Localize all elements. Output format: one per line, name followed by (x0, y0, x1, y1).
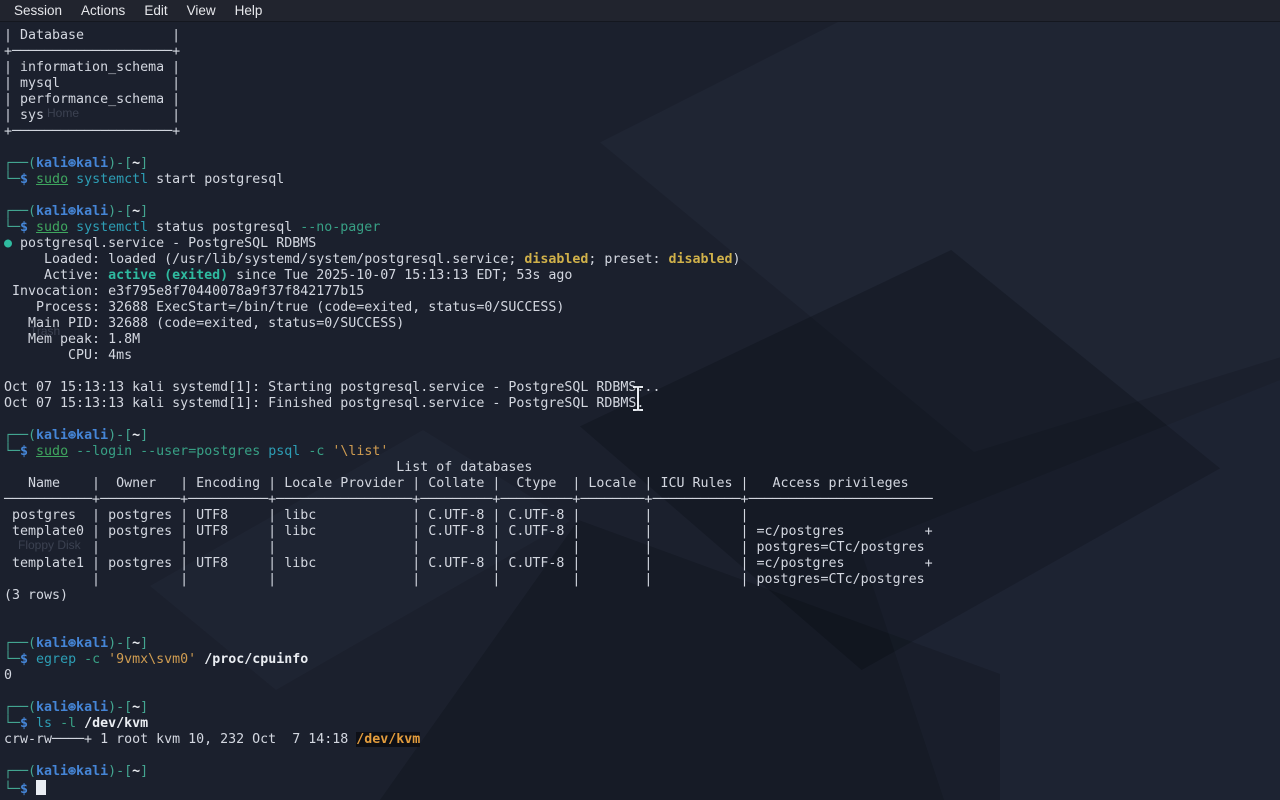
terminal-line: └─$ sudo --login --user=postgres psql -c… (4, 444, 1280, 460)
terminal-line: Oct 07 15:13:13 kali systemd[1]: Startin… (4, 380, 1280, 396)
terminal-line: | mysql | (4, 76, 1280, 92)
terminal-line (4, 412, 1280, 428)
terminal-line: template0 | postgres | UTF8 | libc | C.U… (4, 524, 1280, 540)
terminal-line: CPU: 4ms (4, 348, 1280, 364)
terminal-line: ───────────+──────────+──────────+──────… (4, 492, 1280, 508)
terminal-line: postgres | postgres | UTF8 | libc | C.UT… (4, 508, 1280, 524)
terminal-line (4, 748, 1280, 764)
menu-view[interactable]: View (179, 2, 224, 19)
menu-actions[interactable]: Actions (73, 2, 133, 19)
terminal-line (4, 620, 1280, 636)
menu-edit[interactable]: Edit (136, 2, 175, 19)
terminal-line: └─$ egrep -c '9vmx\svm0' /proc/cpuinfo (4, 652, 1280, 668)
terminal-line: Invocation: e3f795e8f70440078a9f37f84217… (4, 284, 1280, 300)
block-cursor (36, 780, 46, 795)
terminal-line: | | | | | | | | postgres=CTc/postgres (4, 540, 1280, 556)
terminal-line: | | | | | | | | postgres=CTc/postgres (4, 572, 1280, 588)
terminal-screen[interactable]: | Database |+────────────────────+| info… (0, 22, 1280, 800)
terminal-line: └─$ (4, 780, 1280, 796)
terminal-line: +────────────────────+ (4, 124, 1280, 140)
terminal-line: ● postgresql.service - PostgreSQL RDBMS (4, 236, 1280, 252)
terminal-line: ┌──(kali⊛kali)-[~] (4, 156, 1280, 172)
terminal-line (4, 140, 1280, 156)
terminal-line: (3 rows) (4, 588, 1280, 604)
terminal-line: template1 | postgres | UTF8 | libc | C.U… (4, 556, 1280, 572)
terminal-line (4, 604, 1280, 620)
terminal-line: | information_schema | (4, 60, 1280, 76)
terminal-line: Active: active (exited) since Tue 2025-1… (4, 268, 1280, 284)
terminal-line (4, 188, 1280, 204)
terminal-line: Name | Owner | Encoding | Locale Provide… (4, 476, 1280, 492)
terminal-line (4, 364, 1280, 380)
terminal-line: Mem peak: 1.8M (4, 332, 1280, 348)
menu-session[interactable]: Session (6, 2, 70, 19)
menu-help[interactable]: Help (227, 2, 271, 19)
terminal-line: 0 (4, 668, 1280, 684)
terminal-line: +────────────────────+ (4, 44, 1280, 60)
terminal-line: Process: 32688 ExecStart=/bin/true (code… (4, 300, 1280, 316)
terminal-line: └─$ sudo systemctl status postgresql --n… (4, 220, 1280, 236)
terminal-line: Main PID: 32688 (code=exited, status=0/S… (4, 316, 1280, 332)
terminal-line: └─$ sudo systemctl start postgresql (4, 172, 1280, 188)
terminal-line: ┌──(kali⊛kali)-[~] (4, 764, 1280, 780)
terminal-line: | Database | (4, 28, 1280, 44)
terminal-line: ┌──(kali⊛kali)-[~] (4, 636, 1280, 652)
terminal-line: ┌──(kali⊛kali)-[~] (4, 204, 1280, 220)
terminal-line: | sys | (4, 108, 1280, 124)
terminal-line (4, 684, 1280, 700)
terminal-line: ┌──(kali⊛kali)-[~] (4, 428, 1280, 444)
menubar: Session Actions Edit View Help (0, 0, 1280, 22)
terminal-line: Loaded: loaded (/usr/lib/systemd/system/… (4, 252, 1280, 268)
terminal-line: └─$ ls -l /dev/kvm (4, 716, 1280, 732)
terminal-line: | performance_schema | (4, 92, 1280, 108)
terminal-line: ┌──(kali⊛kali)-[~] (4, 700, 1280, 716)
terminal-line: crw-rw────+ 1 root kvm 10, 232 Oct 7 14:… (4, 732, 1280, 748)
terminal-line: List of databases (4, 460, 1280, 476)
terminal-line: Oct 07 15:13:13 kali systemd[1]: Finishe… (4, 396, 1280, 412)
